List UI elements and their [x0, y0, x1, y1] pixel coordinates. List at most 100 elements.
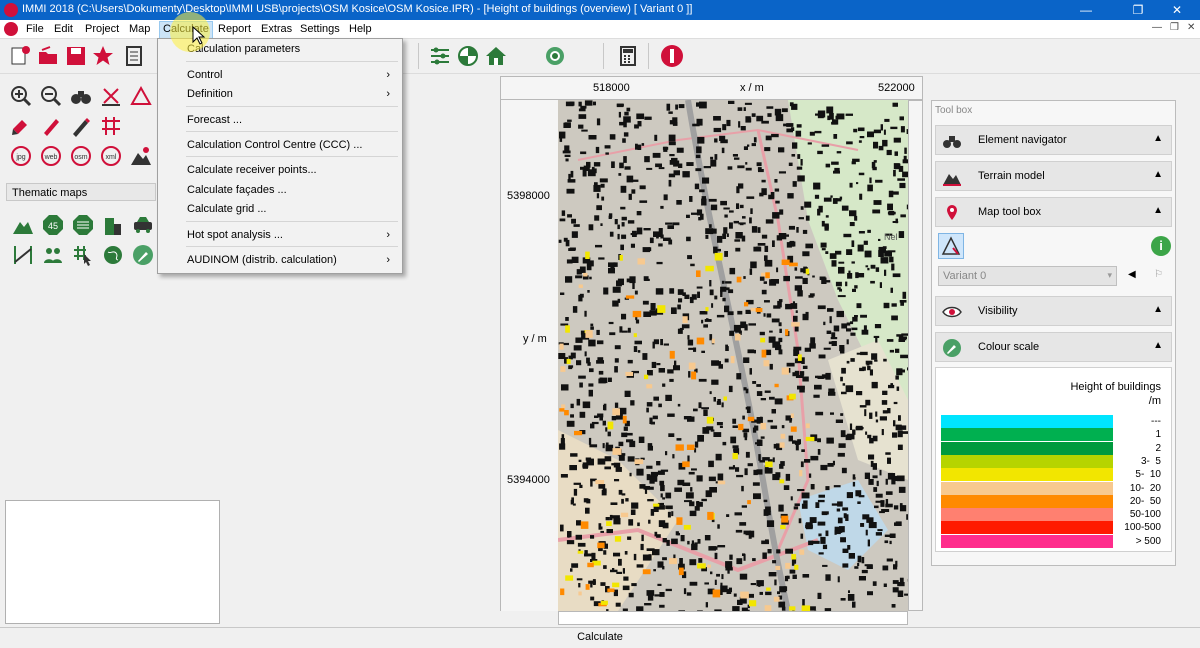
- zoom-out-icon[interactable]: [40, 85, 62, 107]
- toolbar-separator: [648, 43, 649, 69]
- menu-item-label: Definition: [187, 88, 233, 100]
- menu-item-1[interactable]: Control›: [158, 65, 400, 85]
- triangle-pen-icon: [939, 234, 963, 258]
- menu-separator: [186, 61, 398, 62]
- building-icon[interactable]: [102, 214, 124, 236]
- calculator-icon[interactable]: [616, 44, 640, 68]
- minimize-button[interactable]: —: [1063, 0, 1109, 20]
- app-menu-icon[interactable]: [4, 22, 18, 36]
- import-xml-icon[interactable]: xml: [100, 145, 122, 167]
- y-tick-top: 5398000: [507, 190, 550, 202]
- grid-select-icon[interactable]: [72, 244, 94, 266]
- map-scrollbar-bottom[interactable]: [558, 611, 908, 625]
- expand-collapse-icon[interactable]: ▲: [1153, 340, 1163, 351]
- element-navigator-header[interactable]: Element navigator ▲: [935, 125, 1172, 155]
- thematic-maps-header[interactable]: Thematic maps: [6, 183, 156, 201]
- menu-separator: [186, 246, 398, 247]
- import-jpg-icon[interactable]: jpg: [10, 145, 32, 167]
- terrain-map-icon[interactable]: [12, 214, 34, 236]
- legend-swatch: [941, 495, 1113, 508]
- menu-extras[interactable]: Extras: [258, 22, 295, 38]
- menu-item-9[interactable]: AUDINOM (distrib. calculation)›: [158, 250, 400, 270]
- menu-separator: [186, 131, 398, 132]
- variant-select[interactable]: Variant 0 ▾: [938, 266, 1117, 286]
- visibility-header[interactable]: Visibility ▲: [935, 296, 1172, 326]
- globe-icon[interactable]: [102, 244, 124, 266]
- legend-label: 5- 10: [1101, 469, 1161, 480]
- legend-label: 2: [1101, 443, 1161, 454]
- pie-chart-icon[interactable]: [456, 44, 480, 68]
- expand-collapse-icon[interactable]: ▲: [1153, 133, 1163, 144]
- list-icon[interactable]: [122, 44, 146, 68]
- close-button[interactable]: ✕: [1154, 0, 1200, 20]
- open-project-icon[interactable]: [36, 44, 60, 68]
- map-tool-box-header[interactable]: Map tool box ▲: [935, 197, 1172, 227]
- map-ruler-left: 5398000 y / m 5394000: [500, 100, 558, 611]
- overview-map-panel[interactable]: [5, 500, 220, 624]
- menu-item-label: AUDINOM (distrib. calculation): [187, 254, 337, 266]
- menu-item-2[interactable]: Definition›: [158, 84, 400, 104]
- new-project-icon[interactable]: [8, 44, 32, 68]
- mdi-restore-button[interactable]: ❐: [1170, 22, 1179, 33]
- previous-variant-icon[interactable]: ◀: [1128, 269, 1136, 280]
- menu-item-4[interactable]: Calculation Control Centre (CCC) ...: [158, 135, 400, 155]
- terrain-model-header[interactable]: Terrain model ▲: [935, 161, 1172, 191]
- section-icon[interactable]: [12, 244, 34, 266]
- expand-collapse-icon[interactable]: ▲: [1153, 169, 1163, 180]
- menu-item-5[interactable]: Calculate receiver points...: [158, 160, 400, 180]
- erase-icon[interactable]: [100, 85, 122, 107]
- sliders-icon[interactable]: [428, 44, 452, 68]
- immi-logo-icon[interactable]: [660, 44, 684, 68]
- expand-collapse-icon[interactable]: ▲: [1153, 304, 1163, 315]
- select-tool-icon[interactable]: [10, 115, 32, 137]
- menu-item-6[interactable]: Calculate façades ...: [158, 180, 400, 200]
- measure-icon[interactable]: [130, 85, 152, 107]
- import-osm-icon[interactable]: osm: [70, 145, 92, 167]
- binoculars-icon: [942, 131, 962, 151]
- home-icon[interactable]: [484, 44, 508, 68]
- mdi-close-button[interactable]: ✕: [1187, 22, 1195, 33]
- pen-icon[interactable]: [40, 115, 62, 137]
- menu-settings[interactable]: Settings: [297, 22, 343, 38]
- mouse-pointer-icon: [192, 26, 206, 46]
- colour-scale-legend: Height of buildings /m ---123- 55- 1010-…: [935, 367, 1172, 552]
- vehicle-icon[interactable]: [132, 214, 154, 236]
- status-text: Calculate: [0, 631, 1200, 643]
- menu-separator: [186, 156, 398, 157]
- zoom-in-icon[interactable]: [10, 85, 32, 107]
- expand-collapse-icon[interactable]: ▲: [1153, 205, 1163, 216]
- mdi-minimize-button[interactable]: —: [1152, 22, 1162, 33]
- noise-barrier-icon[interactable]: [72, 214, 94, 236]
- map-pin-icon: [942, 203, 962, 223]
- import-web-icon[interactable]: web: [40, 145, 62, 167]
- app-logo-icon: [4, 3, 18, 17]
- terrain-import-icon[interactable]: [130, 145, 152, 167]
- menu-item-label: Hot spot analysis ...: [187, 229, 283, 241]
- colour-scale-header[interactable]: Colour scale ▲: [935, 332, 1172, 362]
- menu-item-3[interactable]: Forecast ...: [158, 110, 400, 130]
- draw-tool-button[interactable]: [938, 233, 964, 259]
- menu-edit[interactable]: Edit: [51, 22, 76, 38]
- map-view[interactable]: Nel: [558, 100, 908, 611]
- binoculars-icon[interactable]: [70, 85, 92, 107]
- flag-icon[interactable]: ⚐: [1154, 269, 1163, 280]
- grid-icon[interactable]: [100, 115, 122, 137]
- target-icon[interactable]: [543, 44, 567, 68]
- legend-swatch: [941, 442, 1113, 455]
- colour-picker-icon[interactable]: [132, 244, 154, 266]
- save-icon[interactable]: [64, 44, 88, 68]
- pencil-icon[interactable]: [70, 115, 92, 137]
- menu-item-7[interactable]: Calculate grid ...: [158, 199, 400, 219]
- info-icon[interactable]: i: [1151, 236, 1171, 256]
- menu-project[interactable]: Project: [82, 22, 122, 38]
- favorites-icon[interactable]: [92, 44, 116, 68]
- menu-item-8[interactable]: Hot spot analysis ...›: [158, 225, 400, 245]
- menu-file[interactable]: File: [23, 22, 47, 38]
- menu-map[interactable]: Map: [126, 22, 153, 38]
- y-axis-label: y / m: [523, 333, 547, 345]
- menu-help[interactable]: Help: [346, 22, 375, 38]
- menu-item-label: Control: [187, 69, 222, 81]
- speed-limit-icon[interactable]: 45: [42, 214, 64, 236]
- menu-report[interactable]: Report: [215, 22, 254, 38]
- people-icon[interactable]: [42, 244, 64, 266]
